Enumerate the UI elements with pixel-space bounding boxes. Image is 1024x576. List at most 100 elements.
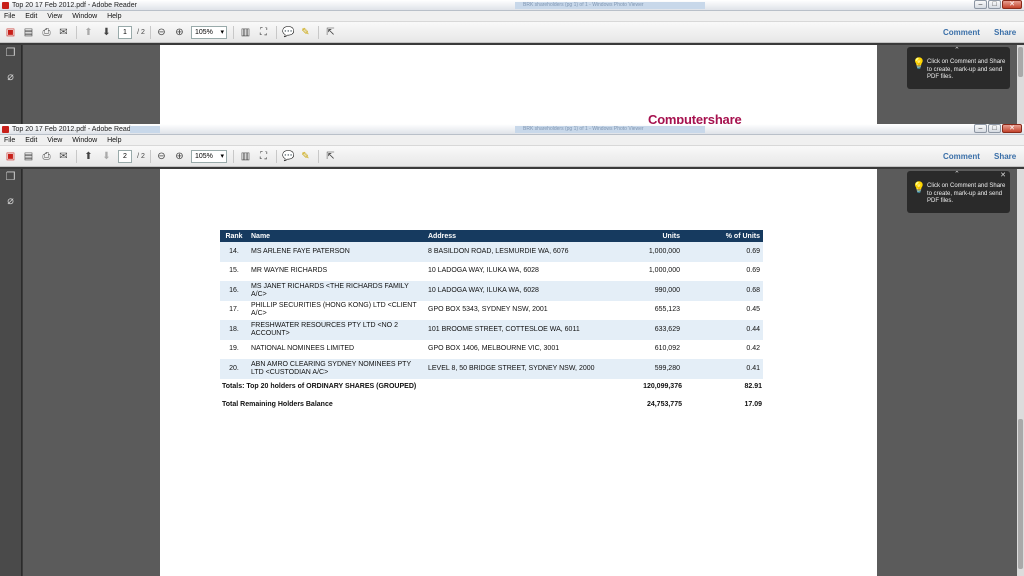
window-title: Top 20 17 Feb 2012.pdf - Adobe Reader [12,126,137,133]
name-cell: PHILLIP SECURITIES (HONG KONG) LTD <CLIE… [251,302,417,318]
full-screen-icon[interactable]: ⛶ [257,150,270,163]
table-header-row: Rank Name Address Units % of Units [220,230,763,242]
previous-page-icon[interactable]: ⬆ [82,150,95,163]
address-cell: 10 LADOGA WAY, ILUKA WA, 6028 [428,267,539,275]
menu-file[interactable]: File [4,13,15,20]
pdf-page [160,45,877,124]
attachments-icon[interactable]: ⌀ [5,196,16,207]
window-title: Top 20 17 Feb 2012.pdf - Adobe Reader [12,2,137,9]
page-total: / 2 [137,153,145,160]
next-page-icon[interactable]: ⬇ [100,150,113,163]
zoom-out-icon[interactable]: ⊖ [155,150,168,163]
name-cell: NATIONAL NOMINEES LIMITED [251,345,355,353]
previous-page-icon[interactable]: ⬆ [82,26,95,39]
menu-window[interactable]: Window [72,13,97,20]
rank-cell: 18. [220,320,248,340]
vertical-scrollbar[interactable] [1017,45,1024,124]
table-row: 14. MS ARLENE FAYE PATERSON 8 BASILDON ROA… [220,242,763,262]
table-row: 19. NATIONAL NOMINEES LIMITED GPO BOX 1406… [220,340,763,360]
units-cell: 1,000,000 [603,242,683,262]
create-pdf-icon[interactable]: ▣ [4,150,17,163]
name-cell: MR WAYNE RICHARDS [251,267,328,275]
minimize-button[interactable]: – [974,0,987,9]
maximize-button[interactable]: □ [988,0,1001,9]
zoom-select[interactable]: 105% [191,150,227,163]
highlight-icon[interactable]: ✎ [299,150,312,163]
table-row: 17. PHILLIP SECURITIES (HONG KONG) LTD <C… [220,301,763,321]
menu-help[interactable]: Help [107,137,121,144]
address-cell: 8 BASILDON ROAD, LESMURDIE WA, 6076 [425,242,603,262]
zoom-select[interactable]: 105% [191,26,227,39]
title-bar[interactable]: Top 20 17 Feb 2012.pdf - Adobe Reader BR… [0,0,1024,11]
address-cell: 10 LADOGA WAY, ILUKA WA, 6028 [425,281,603,301]
highlight-icon[interactable]: ✎ [299,26,312,39]
page-number-input[interactable]: 1 [118,26,132,39]
col-address: Address [425,230,603,242]
create-pdf-icon[interactable]: ▣ [4,26,17,39]
totals-pct: 82.91 [744,383,762,390]
rank-cell: 19. [229,345,239,353]
maximize-button[interactable]: □ [988,124,1001,133]
minimize-button[interactable]: – [974,124,987,133]
menu-edit[interactable]: Edit [25,13,37,20]
zoom-in-icon[interactable]: ⊕ [173,150,186,163]
share-link[interactable]: Share [994,22,1016,43]
menu-view[interactable]: View [47,13,62,20]
comment-link[interactable]: Comment [943,22,980,43]
next-page-icon[interactable]: ⬇ [100,26,113,39]
menu-view[interactable]: View [47,137,62,144]
full-screen-icon[interactable]: ⛶ [257,26,270,39]
title-bar[interactable]: Top 20 17 Feb 2012.pdf - Adobe Reader BR… [0,124,1024,135]
menu-window[interactable]: Window [72,137,97,144]
table-row: 20. ABN AMRO CLEARING SYDNEY NOMINEES PTY… [220,359,763,379]
pages-icon[interactable]: ❐ [5,172,16,183]
pages-icon[interactable]: ❐ [5,48,16,59]
collapse-icon[interactable]: ⌃ [954,47,960,55]
name-cell: MS ARLENE FAYE PATERSON [248,242,425,262]
close-tip-icon[interactable]: ✕ [1000,172,1006,180]
share-link[interactable]: Share [994,146,1016,167]
name-cell: FRESHWATER RESOURCES PTY LTD <NO 2 ACCOU… [248,320,425,340]
extend-tools-icon[interactable]: ⇱ [324,26,337,39]
vertical-scrollbar[interactable] [1017,169,1024,576]
collapse-icon[interactable]: ⌃ [954,171,960,179]
close-button[interactable]: ✕ [1002,0,1022,9]
extend-tools-icon[interactable]: ⇱ [324,150,337,163]
pct-cell: 0.68 [683,281,763,301]
units-cell: 610,092 [654,345,680,353]
email-icon[interactable]: ✉ [57,26,70,39]
background-window-title: BRK shareholders (pg 1) of 1 - Windows P… [515,2,705,9]
sticky-note-icon[interactable]: 💬 [282,26,295,39]
col-units: Units [603,230,683,242]
save-icon[interactable]: ▤ [22,150,35,163]
print-icon[interactable]: ⎙ [40,150,53,163]
lightbulb-icon: 💡 [912,182,926,194]
units-cell: 599,280 [603,359,683,379]
zoom-out-icon[interactable]: ⊖ [155,26,168,39]
toolbar: ▣ ▤ ⎙ ✉ ⬆ ⬇ 2 / 2 ⊖ ⊕ 105% ▥ ⛶ 💬 ✎ ⇱ Com… [0,146,1024,167]
sticky-note-icon[interactable]: 💬 [282,150,295,163]
remaining-pct: 17.09 [744,401,762,408]
window-controls: – □ ✕ [974,0,1022,9]
address-cell: 101 BROOME STREET, COTTESLOE WA, 6011 [425,320,603,340]
menu-help[interactable]: Help [107,13,121,20]
menu-edit[interactable]: Edit [25,137,37,144]
comment-link[interactable]: Comment [943,146,980,167]
totals-units: 120,099,376 [643,383,682,390]
close-button[interactable]: ✕ [1002,124,1022,133]
fit-page-icon[interactable]: ▥ [239,26,252,39]
rank-cell: 14. [220,242,248,262]
zoom-in-icon[interactable]: ⊕ [173,26,186,39]
menu-file[interactable]: File [4,137,15,144]
fit-page-icon[interactable]: ▥ [239,150,252,163]
table-row: 15. MR WAYNE RICHARDS 10 LADOGA WAY, ILUKA… [220,262,763,282]
pct-cell: 0.42 [746,345,760,353]
page-number-input[interactable]: 2 [118,150,132,163]
pct-cell: 0.44 [683,320,763,340]
table-row: 18. FRESHWATER RESOURCES PTY LTD <NO 2 AC… [220,320,763,340]
print-icon[interactable]: ⎙ [40,26,53,39]
navigation-panel: ❐ ⌀ [0,45,22,124]
save-icon[interactable]: ▤ [22,26,35,39]
email-icon[interactable]: ✉ [57,150,70,163]
attachments-icon[interactable]: ⌀ [5,72,16,83]
